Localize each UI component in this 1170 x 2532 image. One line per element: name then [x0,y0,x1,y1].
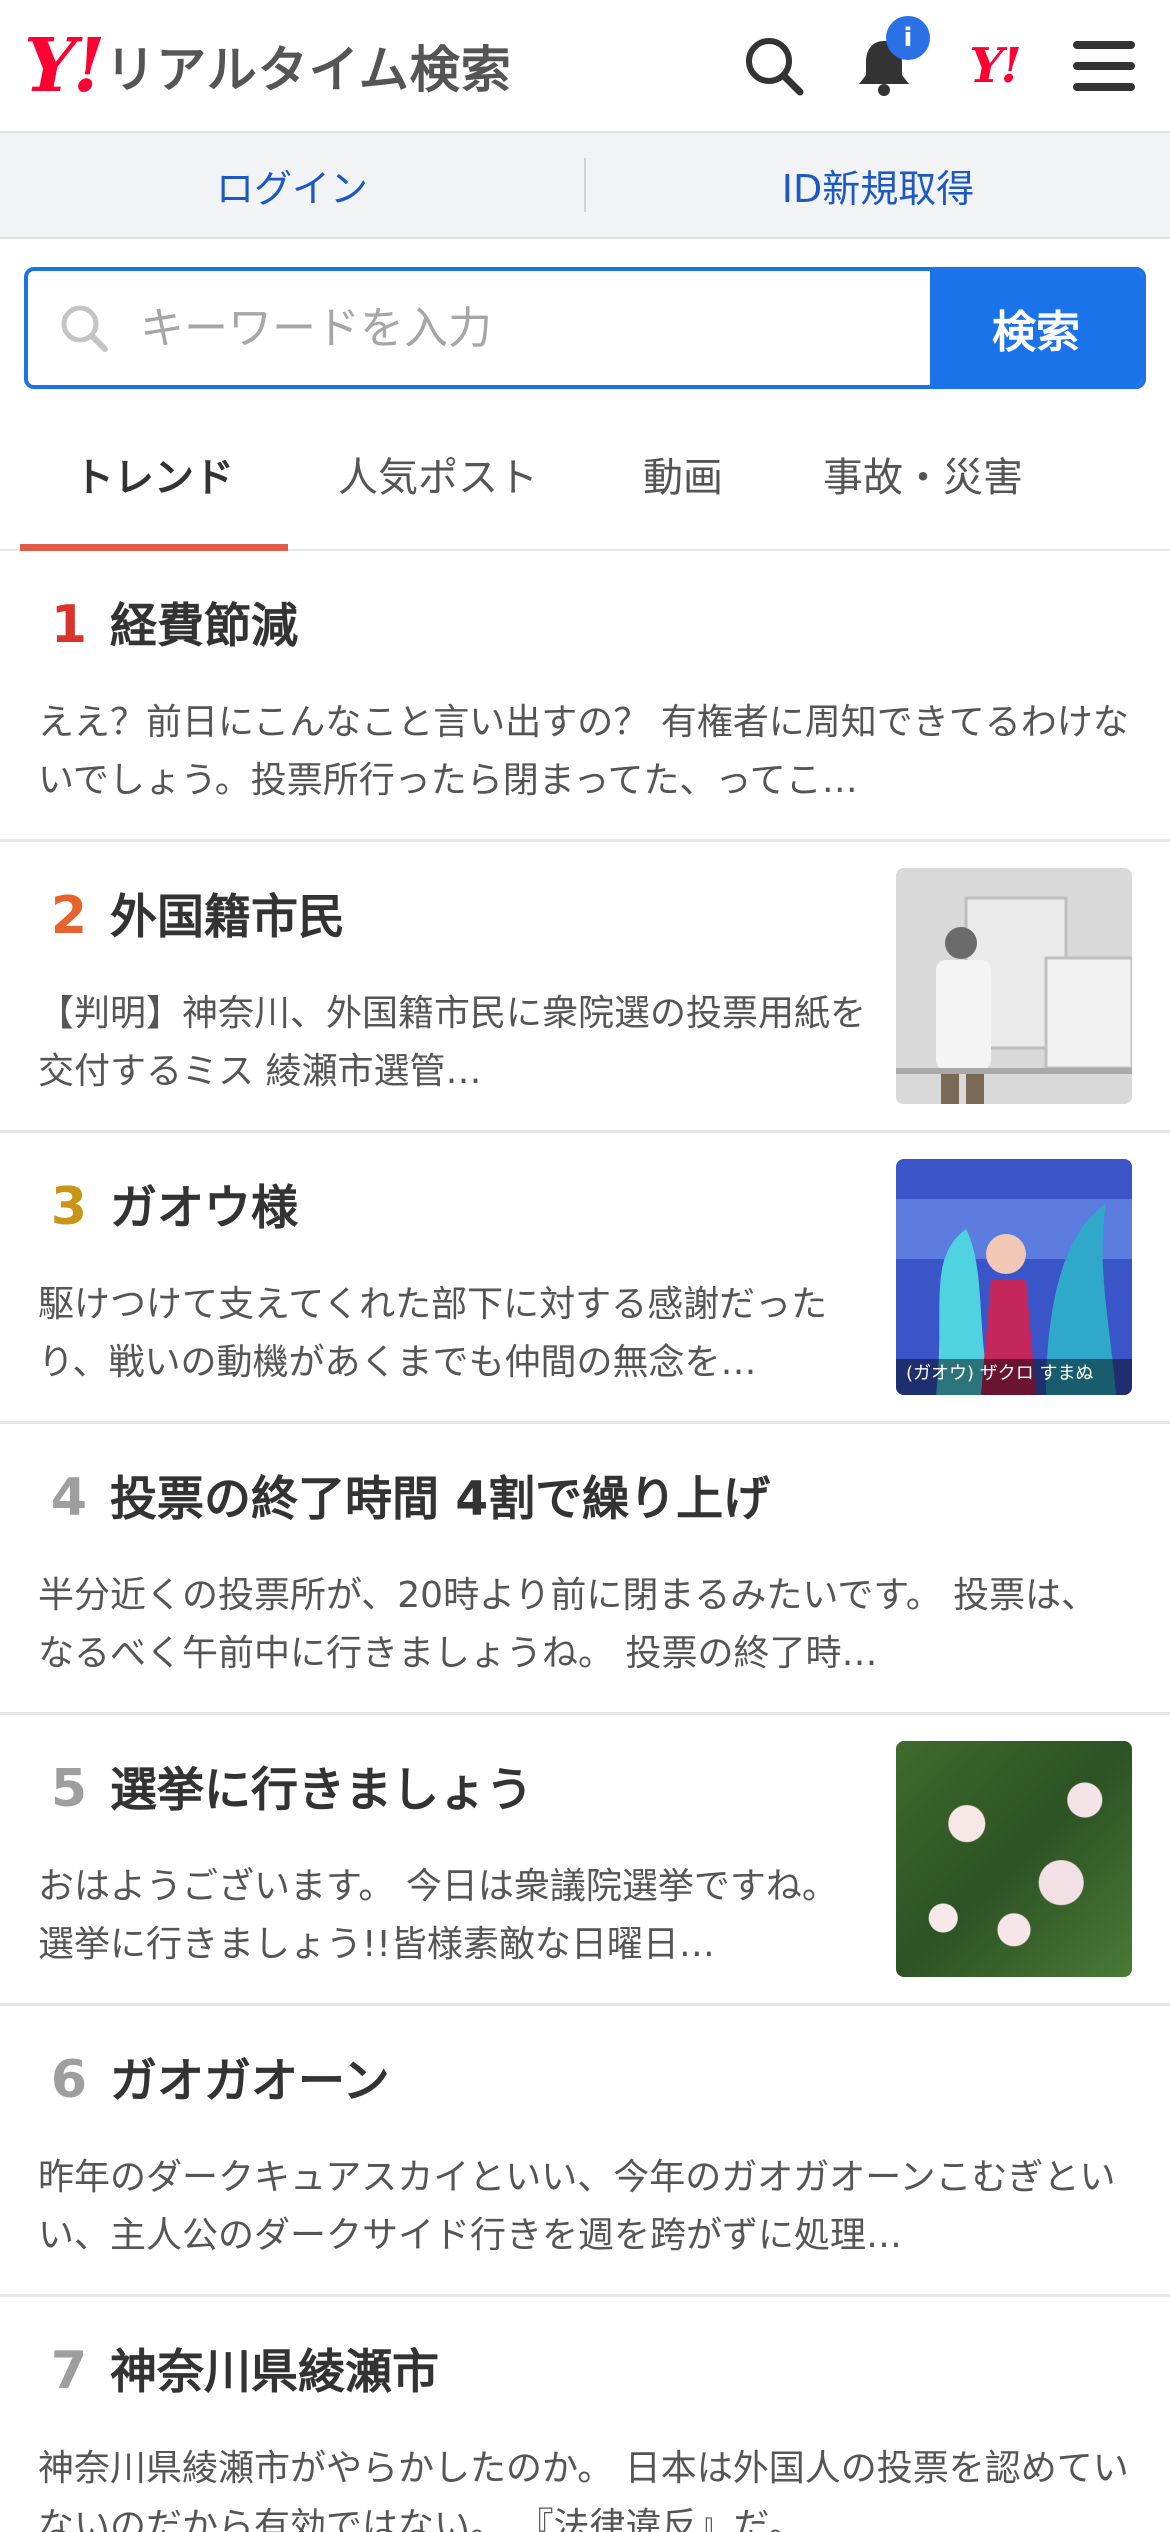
trend-title-row: 4 投票の終了時間 4割で繰り上げ [38,1460,1132,1529]
trend-item[interactable]: 4 投票の終了時間 4割で繰り上げ 半分近くの投票所が、20時より前に閉まるみた… [0,1424,1170,1715]
election-booth-thumbnail[interactable] [896,868,1132,1104]
app-header: Y! リアルタイム検索 i Y! [0,0,1170,133]
tab-accidents-disasters[interactable]: 事故・災害 [778,389,1068,549]
logo-title: リアルタイム検索 [105,40,512,99]
trend-list: 1 経費節減 ええ？前日にこんなこと言い出すの？ 有権者に周知できてるわけないで… [0,551,1170,2532]
trend-description: 昨年のダークキュアスカイといい、今年のガオガオーンこむぎといい、主人公のダークサ… [38,2157,1116,2256]
trend-rank: 6 [50,2050,88,2110]
trend-title-row: 2 外国籍市民 [38,878,896,947]
search-button[interactable] [742,34,806,98]
trend-item[interactable]: 2 外国籍市民 【判明】神奈川、外国籍市民に衆院選の投票用紙を交付するミス 綾瀬… [0,842,1170,1133]
trend-body: 1 経費節減 ええ？前日にこんなこと言い出すの？ 有権者に周知できてるわけないで… [38,587,1132,839]
trend-keyword[interactable]: 経費節減 [110,587,298,656]
search-section: 検索 [0,239,1170,389]
trend-item[interactable]: 6 ガオガオーン 昨年のダークキュアスカイといい、今年のガオガオーンこむぎといい… [0,2006,1170,2297]
trend-description: 半分近くの投票所が、20時より前に閉まるみたいです。 投票は、なるべく午前中に行… [38,1575,1098,1674]
yahoo-logo-mark: Y! [24,22,105,109]
login-bar: ログイン ID新規取得 [0,133,1170,239]
anime-thumbnail[interactable]: (ガオウ) ザクロ すまぬ [896,1159,1132,1395]
search-field[interactable] [28,271,930,385]
trend-description: 神奈川県綾瀬市がやらかしたのか。 日本は外国人の投票を認めていないのだから有効で… [38,2448,1129,2532]
hamburger-menu-icon [1073,40,1135,91]
trend-description: 【判明】神奈川、外国籍市民に衆院選の投票用紙を交付するミス 綾瀬市選管… [38,993,867,1092]
trend-keyword[interactable]: 外国籍市民 [110,878,345,947]
trend-body: 7 神奈川県綾瀬市 神奈川県綾瀬市がやらかしたのか。 日本は外国人の投票を認めて… [38,2333,1132,2532]
trend-description: ええ？前日にこんなこと言い出すの？ 有権者に周知できてるわけないでしょう。投票所… [38,702,1129,801]
trend-description: 駆けつけて支えてくれた部下に対する感謝だったり、戦いの動機があくまでも仲間の無念… [38,1284,828,1383]
trend-body: 6 ガオガオーン 昨年のダークキュアスカイといい、今年のガオガオーンこむぎといい… [38,2042,1132,2294]
signup-link[interactable]: ID新規取得 [586,158,1170,213]
yahoo-mark-icon: Y! [969,37,1021,94]
yahoo-realtime-logo[interactable]: Y! リアルタイム検索 [24,29,512,103]
trend-item[interactable]: 5 選挙に行きましょう おはようございます。 今日は衆議院選挙ですね。選挙に行き… [0,1715,1170,2006]
trend-item[interactable]: 1 経費節減 ええ？前日にこんなこと言い出すの？ 有権者に周知できてるわけないで… [0,551,1170,842]
trend-rank: 7 [50,2341,88,2401]
login-link[interactable]: ログイン [0,158,584,213]
yahoo-home-link[interactable]: Y! [962,34,1026,98]
trend-item[interactable]: 7 神奈川県綾瀬市 神奈川県綾瀬市がやらかしたのか。 日本は外国人の投票を認めて… [0,2297,1170,2532]
trend-rank: 4 [50,1468,88,1528]
trend-keyword[interactable]: 選挙に行きましょう [110,1751,533,1820]
trend-rank: 2 [50,886,88,946]
trend-rank: 5 [50,1759,88,1819]
category-tabs: トレンド 人気ポスト 動画 事故・災害 [0,389,1170,551]
trend-title-row: 7 神奈川県綾瀬市 [38,2333,1132,2402]
search-field-icon [61,305,108,352]
search-input[interactable] [140,302,930,354]
trend-keyword[interactable]: ガオガオーン [110,2042,390,2111]
white-roses-thumbnail[interactable] [896,1741,1132,1977]
trend-description: おはようございます。 今日は衆議院選挙ですね。選挙に行きましょう!!皆様素敵な日… [38,1866,838,1965]
trend-rank: 3 [50,1177,88,1237]
election-booth-image [896,868,1132,1104]
thumbnail-caption: (ガオウ) ザクロ すまぬ [906,1363,1094,1384]
trend-keyword[interactable]: 神奈川県綾瀬市 [110,2333,439,2402]
trend-body: 4 投票の終了時間 4割で繰り上げ 半分近くの投票所が、20時より前に閉まるみた… [38,1460,1132,1712]
search-icon [746,37,804,95]
notification-badge: i [886,15,930,60]
menu-button[interactable] [1072,34,1136,98]
notification-button[interactable]: i [852,15,930,98]
header-actions: i Y! [742,15,1136,98]
trend-keyword[interactable]: ガオウ様 [110,1169,298,1238]
trend-body: 2 外国籍市民 【判明】神奈川、外国籍市民に衆院選の投票用紙を交付するミス 綾瀬… [38,878,896,1130]
trend-title-row: 1 経費節減 [38,587,1132,656]
trend-title-row: 6 ガオガオーン [38,2042,1132,2111]
trend-body: 3 ガオウ様 駆けつけて支えてくれた部下に対する感謝だったり、戦いの動機があくま… [38,1169,896,1421]
trend-keyword[interactable]: 投票の終了時間 4割で繰り上げ [110,1460,770,1529]
trend-body: 5 選挙に行きましょう おはようございます。 今日は衆議院選挙ですね。選挙に行き… [38,1751,896,2003]
search-box: 検索 [24,267,1146,389]
search-submit-button[interactable]: 検索 [930,271,1142,385]
trend-title-row: 5 選挙に行きましょう [38,1751,896,1820]
tab-videos[interactable]: 動画 [588,389,778,549]
trend-rank: 1 [50,595,88,655]
tab-trend[interactable]: トレンド [20,389,288,551]
tab-popular-posts[interactable]: 人気ポスト [288,389,588,549]
trend-title-row: 3 ガオウ様 [38,1169,896,1238]
trend-item[interactable]: 3 ガオウ様 駆けつけて支えてくれた部下に対する感謝だったり、戦いの動機があくま… [0,1133,1170,1424]
